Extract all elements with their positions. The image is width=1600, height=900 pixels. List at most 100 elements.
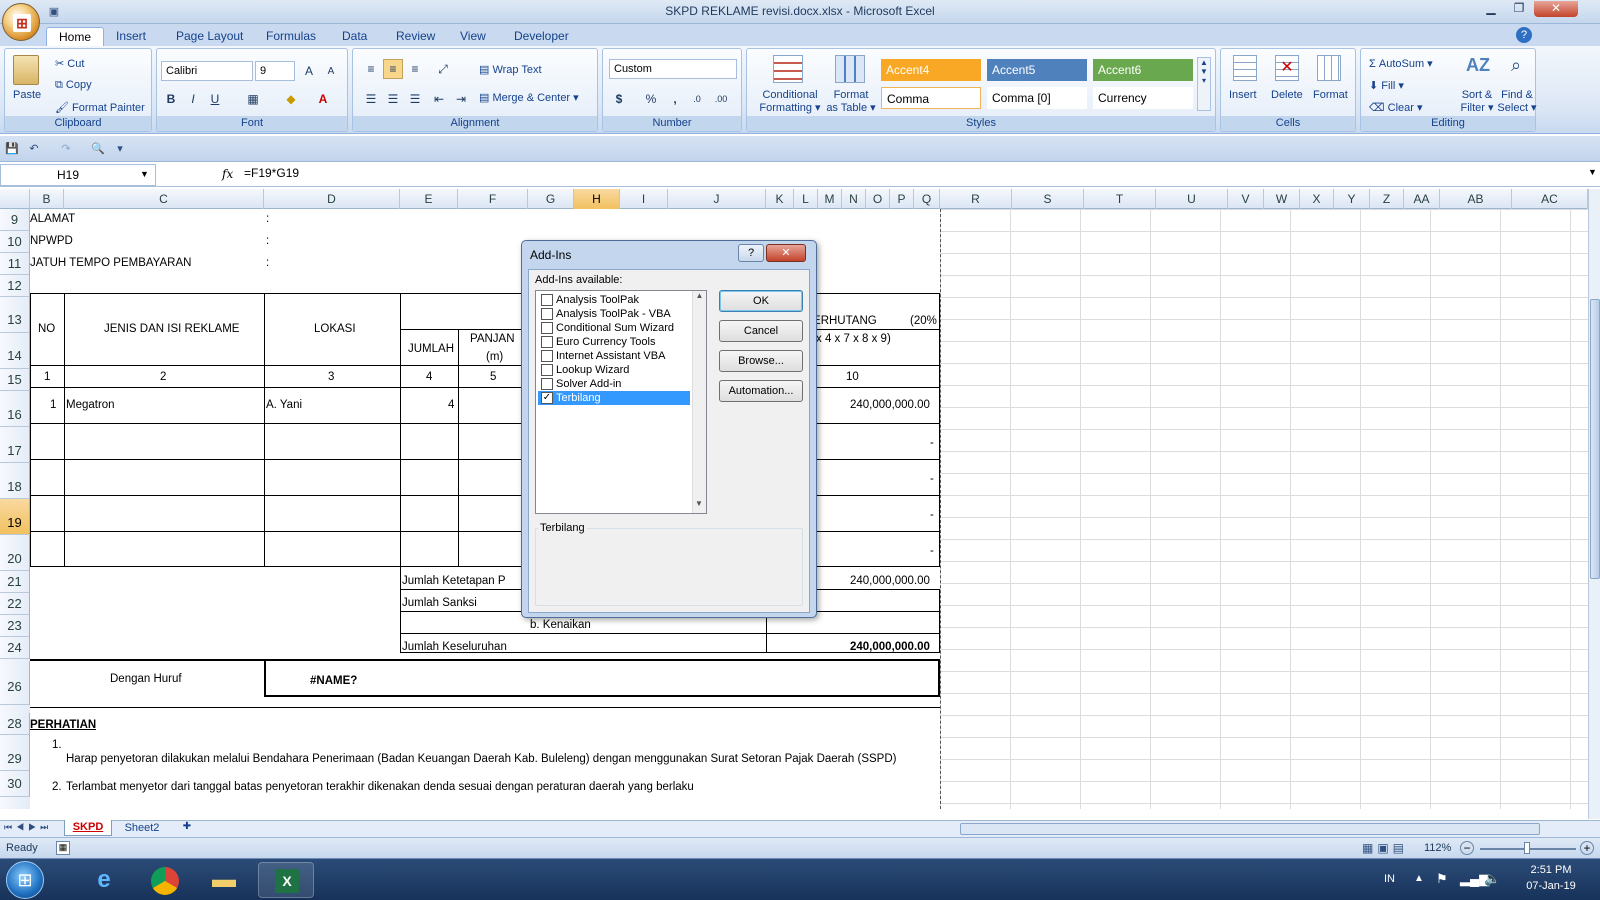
style-accent5[interactable]: Accent5 bbox=[987, 59, 1087, 81]
grow-font-icon[interactable]: A bbox=[299, 61, 319, 81]
col-header-u[interactable]: U bbox=[1156, 189, 1228, 209]
increase-indent-icon[interactable]: ⇥ bbox=[451, 89, 471, 109]
paste-button[interactable]: Paste bbox=[13, 89, 41, 101]
action-center-icon[interactable]: ⚑ bbox=[1436, 871, 1448, 887]
volume-icon[interactable]: 🔈 bbox=[1484, 871, 1500, 887]
print-preview-icon[interactable]: 🔍 bbox=[90, 141, 106, 157]
number-format-combo[interactable]: Custom bbox=[609, 59, 737, 79]
col-header-ac[interactable]: AC bbox=[1512, 189, 1588, 209]
col-header-b[interactable]: B bbox=[30, 189, 64, 209]
vertical-scrollbar[interactable] bbox=[1588, 189, 1600, 819]
conditional-formatting-button[interactable]: Conditional Formatting ▾ bbox=[757, 89, 823, 114]
checkbox-internet-assistant-vba[interactable] bbox=[541, 350, 553, 362]
browse-button[interactable]: Browse... bbox=[719, 350, 803, 372]
row-header-10[interactable]: 10 bbox=[0, 231, 30, 253]
align-middle-icon[interactable]: ≡ bbox=[383, 59, 403, 79]
row-header-9[interactable]: 9 bbox=[0, 209, 30, 231]
tab-developer[interactable]: Developer bbox=[502, 27, 581, 46]
align-right-icon[interactable]: ☰ bbox=[405, 89, 425, 109]
clock-time[interactable]: 2:51 PM bbox=[1516, 864, 1586, 876]
underline-icon[interactable]: U bbox=[205, 89, 225, 109]
restore-button[interactable]: ❐ bbox=[1506, 1, 1532, 17]
redo-icon[interactable]: ↷ bbox=[58, 141, 74, 157]
undo-icon[interactable]: ↶ bbox=[26, 141, 42, 157]
style-accent4[interactable]: Accent4 bbox=[881, 59, 981, 81]
checkbox-analysis-toolpak[interactable] bbox=[541, 294, 553, 306]
col-header-h[interactable]: H bbox=[574, 189, 620, 209]
row-header-20[interactable]: 20 bbox=[0, 535, 30, 571]
cut-button[interactable]: ✂ Cut bbox=[55, 57, 84, 70]
style-currency[interactable]: Currency bbox=[1093, 87, 1193, 109]
wrap-text-button[interactable]: ▤ Wrap Text bbox=[479, 63, 542, 76]
col-header-l[interactable]: L bbox=[794, 189, 818, 209]
save-icon[interactable]: 💾 bbox=[4, 141, 20, 157]
shrink-font-icon[interactable]: A bbox=[321, 61, 341, 81]
row-header-24[interactable]: 24 bbox=[0, 637, 30, 659]
expand-formula-icon[interactable]: ▼ bbox=[1588, 167, 1597, 177]
row-header-23[interactable]: 23 bbox=[0, 615, 30, 637]
start-button-icon[interactable]: ⊞ bbox=[6, 861, 44, 899]
col-header-r[interactable]: R bbox=[940, 189, 1012, 209]
col-header-n[interactable]: N bbox=[842, 189, 866, 209]
col-header-j[interactable]: J bbox=[668, 189, 766, 209]
decrease-indent-icon[interactable]: ⇤ bbox=[429, 89, 449, 109]
decrease-decimal-icon[interactable]: .00 bbox=[711, 89, 731, 109]
align-left-icon[interactable]: ☰ bbox=[361, 89, 381, 109]
addin-lookup-wizard[interactable]: Lookup Wizard bbox=[538, 363, 690, 377]
col-header-m[interactable]: M bbox=[818, 189, 842, 209]
col-header-s[interactable]: S bbox=[1012, 189, 1084, 209]
col-header-g[interactable]: G bbox=[528, 189, 574, 209]
fill-color-icon[interactable]: ◆ bbox=[281, 89, 301, 109]
borders-icon[interactable]: ▦ bbox=[243, 89, 263, 109]
col-header-p[interactable]: P bbox=[890, 189, 914, 209]
checkbox-conditional-sum-wizard[interactable] bbox=[541, 322, 553, 334]
name-box[interactable]: H19 bbox=[0, 164, 156, 186]
italic-icon[interactable]: I bbox=[183, 89, 203, 109]
formula-input[interactable]: =F19*G19 bbox=[244, 166, 299, 180]
row-header-11[interactable]: 11 bbox=[0, 253, 30, 275]
zoom-slider-thumb[interactable] bbox=[1524, 842, 1530, 854]
show-hidden-icons-icon[interactable]: ▲ bbox=[1414, 873, 1424, 884]
row-header-19[interactable]: 19 bbox=[0, 499, 30, 535]
tab-data[interactable]: Data bbox=[330, 27, 379, 46]
row-header-12[interactable]: 12 bbox=[0, 275, 30, 297]
row-header-30[interactable]: 30 bbox=[0, 771, 30, 797]
zoom-out-icon[interactable]: − bbox=[1460, 841, 1474, 855]
bold-icon[interactable]: B bbox=[161, 89, 181, 109]
col-header-o[interactable]: O bbox=[866, 189, 890, 209]
increase-decimal-icon[interactable]: .0 bbox=[687, 89, 707, 109]
addin-conditional-sum-wizard[interactable]: Conditional Sum Wizard bbox=[538, 321, 690, 335]
internet-explorer-icon[interactable]: e bbox=[76, 862, 132, 898]
font-size-combo[interactable]: 9 bbox=[255, 61, 295, 81]
row-header-26[interactable]: 26 bbox=[0, 661, 30, 705]
col-header-aa[interactable]: AA bbox=[1404, 189, 1440, 209]
help-icon[interactable]: ? bbox=[1516, 27, 1532, 43]
row-header-29[interactable]: 29 bbox=[0, 735, 30, 771]
listbox-scroll-down-icon[interactable]: ▼ bbox=[692, 499, 706, 511]
insert-cells-button[interactable]: Insert bbox=[1229, 89, 1257, 101]
format-painter-button[interactable]: 🖌 Format Painter bbox=[55, 101, 145, 114]
col-header-i[interactable]: I bbox=[620, 189, 668, 209]
currency-format-icon[interactable]: $ bbox=[609, 89, 629, 109]
col-header-f[interactable]: F bbox=[458, 189, 528, 209]
listbox-scrollbar[interactable]: ▲ bbox=[692, 291, 706, 513]
addin-analysis-toolpak-vba[interactable]: Analysis ToolPak - VBA bbox=[538, 307, 690, 321]
find-select-button[interactable]: Find & Select ▾ bbox=[1497, 89, 1537, 114]
checkbox-lookup-wizard[interactable] bbox=[541, 364, 553, 376]
view-buttons-icon[interactable]: ▦▣▤ bbox=[1362, 841, 1408, 855]
copy-button[interactable]: ⧉ Copy bbox=[55, 79, 92, 92]
horizontal-scrollbar[interactable] bbox=[960, 823, 1540, 835]
checkbox-euro-currency-tools[interactable] bbox=[541, 336, 553, 348]
align-top-icon[interactable]: ≡ bbox=[361, 59, 381, 79]
clear-button[interactable]: ⌫ Clear ▾ bbox=[1369, 101, 1423, 114]
addin-analysis-toolpak[interactable]: Analysis ToolPak bbox=[538, 293, 690, 307]
sheet-tab-skpd[interactable]: SKPD bbox=[64, 820, 112, 836]
cancel-button[interactable]: Cancel bbox=[719, 320, 803, 342]
addin-euro-currency-tools[interactable]: Euro Currency Tools bbox=[538, 335, 690, 349]
col-header-c[interactable]: C bbox=[64, 189, 264, 209]
align-center-icon[interactable]: ☰ bbox=[383, 89, 403, 109]
select-all-corner[interactable] bbox=[0, 189, 30, 209]
row-header-22[interactable]: 22 bbox=[0, 593, 30, 615]
sheet-nav-icon[interactable]: ⏮◀▶⏭ bbox=[4, 822, 52, 833]
vertical-scroll-thumb[interactable] bbox=[1590, 299, 1600, 579]
